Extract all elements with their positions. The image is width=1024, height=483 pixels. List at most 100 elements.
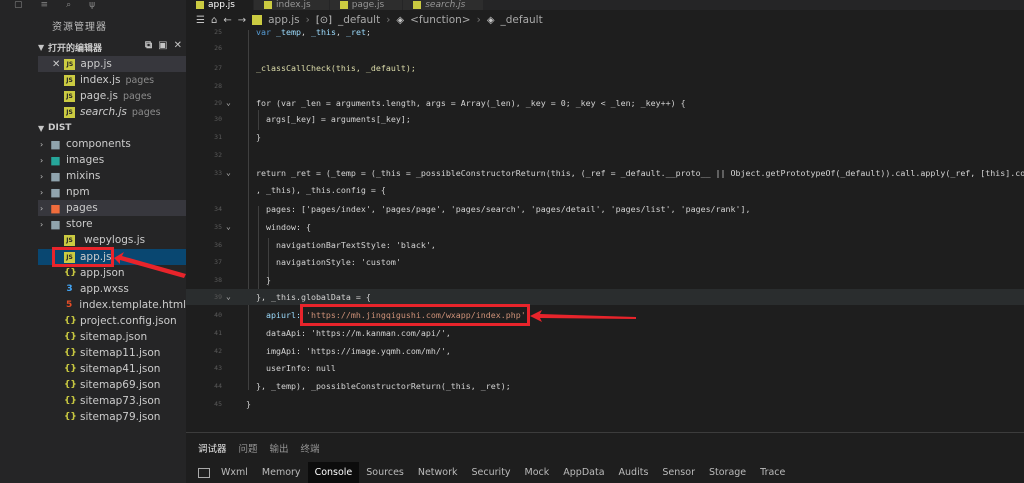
code-line: } <box>256 132 261 142</box>
editor-tabs: app.js index.js page.js search.js <box>186 0 1024 10</box>
devtools-tabs: Wxml Memory Console Sources Network Secu… <box>186 462 1024 483</box>
fold-chevron-icon[interactable]: ⌄ <box>226 219 231 235</box>
fold-chevron-icon[interactable]: ⌄ <box>226 95 231 111</box>
tree-folder[interactable]: › ■ images <box>38 152 186 168</box>
tree-folder[interactable]: › ■ store <box>38 216 186 232</box>
devtool-tab[interactable]: Wxml <box>214 462 255 483</box>
annotation-box <box>52 247 114 267</box>
json-icon: {} <box>64 395 77 406</box>
open-editor-item[interactable]: ✕ JS app.js <box>38 56 186 72</box>
code-line: window: { <box>256 222 311 232</box>
save-icon[interactable]: ▣ <box>158 40 167 51</box>
js-icon <box>413 1 422 9</box>
js-icon: JS <box>64 74 75 86</box>
tree-file[interactable]: {} sitemap79.json <box>38 409 186 425</box>
annotation-box <box>300 304 530 326</box>
chevron-right-icon: › <box>40 139 44 149</box>
chevron-right-icon: › <box>40 155 44 165</box>
tree-file[interactable]: {} sitemap69.json <box>38 377 186 393</box>
html-icon: 5 <box>66 299 73 310</box>
json-icon: {} <box>64 379 77 390</box>
tree-folder[interactable]: › ■ mixins <box>38 168 186 184</box>
tab-output[interactable]: 输出 <box>270 441 289 455</box>
devtool-tab[interactable]: Network <box>411 462 465 483</box>
files-icon[interactable]: ▢ <box>14 0 23 10</box>
devtool-tab[interactable]: Security <box>465 462 518 483</box>
code-line: return _ret = (_temp = (_this = _possibl… <box>256 168 1024 178</box>
open-editors-header[interactable]: ▼ 打开的编辑器 ⧉ ▣ ✕ <box>38 39 186 55</box>
devtool-tab-console[interactable]: Console <box>307 462 360 483</box>
js-icon <box>196 1 204 9</box>
json-icon: {} <box>64 347 77 358</box>
devtool-tab[interactable]: Trace <box>753 462 792 483</box>
code-line: navigationBarTextStyle: 'black', <box>256 240 436 250</box>
tab-search-js[interactable]: search.js <box>403 0 485 10</box>
list-icon[interactable]: ≡ <box>41 0 49 10</box>
save-all-icon[interactable]: ⧉ <box>145 40 152 51</box>
caret-down-icon: ▼ <box>38 123 45 133</box>
editor-area: app.js index.js page.js search.js ☰ ⌂ ← … <box>186 0 1024 432</box>
json-icon: {} <box>64 315 77 326</box>
tree-file[interactable]: {} sitemap73.json <box>38 393 186 409</box>
tree-file[interactable]: {} sitemap.json <box>38 329 186 345</box>
open-editor-item[interactable]: JS index.js pages <box>38 72 186 88</box>
code-line: } <box>256 275 271 285</box>
fold-chevron-icon[interactable]: ⌄ <box>226 289 231 305</box>
tab-debugger[interactable]: 调试器 <box>198 441 227 455</box>
folder-icon: ■ <box>50 217 61 231</box>
js-icon <box>264 1 272 9</box>
tree-folder[interactable]: › ■ pages <box>38 200 186 216</box>
annotation-arrow <box>530 310 636 322</box>
tab-app-js[interactable]: app.js <box>186 0 254 10</box>
close-icon[interactable]: ✕ <box>52 59 60 70</box>
tree-file[interactable]: JS wepylogs.js <box>38 232 186 248</box>
annotation-arrow <box>114 252 186 278</box>
close-all-icon[interactable]: ✕ <box>174 40 182 51</box>
open-editor-item[interactable]: JS page.js pages <box>38 88 186 104</box>
devtool-tab[interactable]: Mock <box>518 462 557 483</box>
chevron-right-icon: › <box>40 203 44 213</box>
devtool-tab[interactable]: Storage <box>702 462 753 483</box>
tree-folder[interactable]: › ■ npm <box>38 184 186 200</box>
project-header[interactable]: ▼ DIST <box>38 120 186 136</box>
tree-file[interactable]: 5 index.template.html <box>38 297 186 313</box>
folder-icon: ■ <box>50 201 61 215</box>
code-line: for (var _len = arguments.length, args =… <box>256 98 686 108</box>
tree-file[interactable]: {} sitemap11.json <box>38 345 186 361</box>
chevron-right-icon: › <box>40 171 44 181</box>
search-icon[interactable]: ⌕ <box>66 0 71 10</box>
tree-file[interactable]: 3 app.wxss <box>38 281 186 297</box>
tab-problems[interactable]: 问题 <box>239 441 258 455</box>
branch-icon[interactable]: ψ <box>89 0 95 10</box>
js-icon: JS <box>64 234 75 246</box>
code-line: navigationStyle: 'custom' <box>256 257 401 267</box>
chevron-right-icon: › <box>40 187 44 197</box>
folder-icon: ■ <box>50 153 61 167</box>
explorer-title: 资源管理器 <box>52 22 107 33</box>
code-line: pages: ['pages/index', 'pages/page', 'pa… <box>256 204 751 214</box>
bottom-panel: 调试器 问题 输出 终端 Wxml Memory Console Sources… <box>186 432 1024 483</box>
devtool-tab[interactable]: AppData <box>556 462 611 483</box>
tab-index-js[interactable]: index.js <box>254 0 330 10</box>
code-line: dataApi: 'https://m.kanman.com/api/', <box>256 328 451 338</box>
devtool-tab[interactable]: Audits <box>612 462 656 483</box>
devtool-tab[interactable]: Sources <box>359 462 411 483</box>
fold-chevron-icon[interactable]: ⌄ <box>226 165 231 181</box>
code-line: } <box>246 399 251 409</box>
tree-file[interactable]: {} project.config.json <box>38 313 186 329</box>
devtool-tab[interactable]: Memory <box>255 462 308 483</box>
devtool-tab[interactable]: Sensor <box>655 462 702 483</box>
tree-file[interactable]: {} sitemap41.json <box>38 361 186 377</box>
json-icon: {} <box>64 267 77 278</box>
code-editor[interactable]: 25 var _temp, _this, _ret; 26 27 _classCal… <box>186 27 1024 432</box>
inspect-icon[interactable] <box>198 468 210 478</box>
open-editor-item[interactable]: JS search.js pages <box>38 104 186 120</box>
json-icon: {} <box>64 411 77 422</box>
css-icon: 3 <box>66 283 73 294</box>
tree-folder[interactable]: › ■ components <box>38 136 186 152</box>
code-line: }, _this.globalData = { <box>256 292 371 302</box>
tab-terminal[interactable]: 终端 <box>301 441 320 455</box>
explorer-sidebar: ▢ ≡ ⌕ ψ 资源管理器 ▼ 打开的编辑器 ⧉ ▣ ✕ ✕ JS app.js… <box>0 0 186 483</box>
tab-page-js[interactable]: page.js <box>329 0 404 10</box>
json-icon: {} <box>64 363 77 374</box>
